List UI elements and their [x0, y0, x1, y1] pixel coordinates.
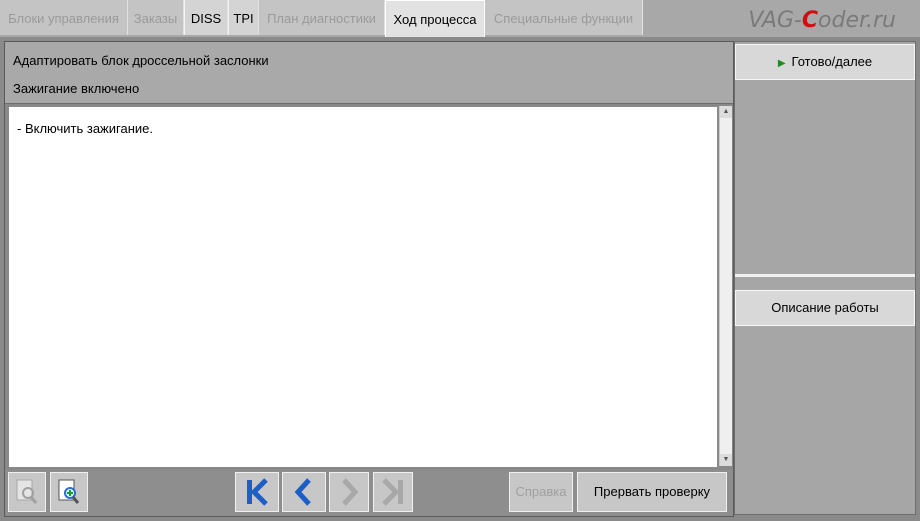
- tab-orders[interactable]: Заказы: [128, 0, 184, 35]
- done-next-button[interactable]: ▶ Готово/далее: [735, 44, 915, 80]
- procedure-status: Зажигание включено: [13, 81, 140, 96]
- previous-step-button[interactable]: [282, 472, 326, 512]
- tab-diss[interactable]: DISS: [184, 0, 228, 35]
- tab-special-functions[interactable]: Специальные функции: [485, 0, 643, 35]
- first-step-icon: [247, 478, 268, 506]
- main-panel: Адаптировать блок дроссельной заслонки З…: [4, 41, 734, 517]
- next-step-button[interactable]: [329, 472, 369, 512]
- scroll-down-icon[interactable]: ▼: [720, 454, 732, 466]
- scrollbar[interactable]: ▲ ▼: [719, 106, 732, 466]
- tab-control-units[interactable]: Блоки управления: [0, 0, 128, 35]
- zoom-in-icon: [58, 479, 80, 504]
- brand-watermark: VAG-Coder.ru: [748, 8, 896, 33]
- help-button[interactable]: Справка: [509, 472, 573, 512]
- tab-bar: Блоки управления Заказы DISS TPI План ди…: [0, 0, 920, 37]
- chevron-right-icon: [342, 478, 359, 506]
- chevron-left-icon: [294, 478, 311, 506]
- action-column: ▶ Готово/далее Описание работы: [734, 41, 916, 515]
- last-step-icon: [382, 478, 403, 506]
- zoom-out-icon: [16, 479, 38, 504]
- procedure-header: Адаптировать блок дроссельной заслонки З…: [5, 42, 733, 104]
- zoom-in-button[interactable]: [50, 472, 88, 512]
- bottom-toolbar: Справка Прервать проверку: [5, 470, 733, 516]
- play-icon: ▶: [777, 58, 786, 69]
- last-step-button[interactable]: [373, 472, 413, 512]
- tab-tpi[interactable]: TPI: [228, 0, 259, 35]
- abort-test-button[interactable]: Прервать проверку: [577, 472, 727, 512]
- tab-progress[interactable]: Ход процесса: [385, 0, 485, 37]
- tab-diag-plan[interactable]: План диагностики: [259, 0, 385, 35]
- work-description-button[interactable]: Описание работы: [735, 290, 915, 326]
- procedure-title: Адаптировать блок дроссельной заслонки: [13, 53, 269, 68]
- first-step-button[interactable]: [235, 472, 279, 512]
- divider: [735, 274, 915, 277]
- zoom-out-button[interactable]: [8, 472, 46, 512]
- instruction-text: - Включить зажигание.: [17, 121, 153, 136]
- instruction-area: - Включить зажигание.: [8, 106, 718, 468]
- scroll-up-icon[interactable]: ▲: [720, 106, 732, 118]
